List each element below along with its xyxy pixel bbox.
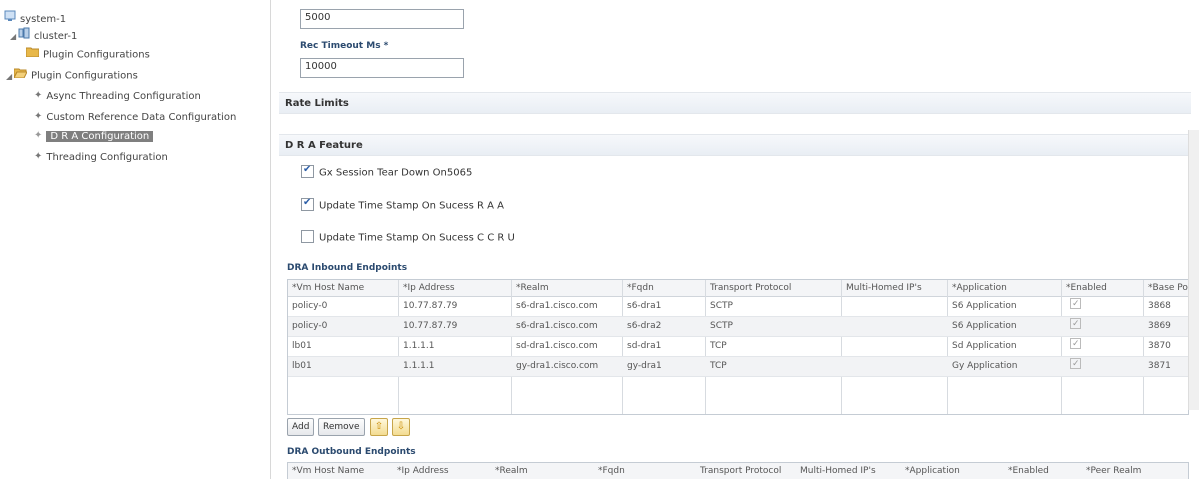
column-header[interactable]: *Realm xyxy=(512,280,549,296)
config-icon: ✦ xyxy=(34,111,43,122)
column-header[interactable]: *Fqdn xyxy=(594,463,625,479)
checkbox-checked[interactable] xyxy=(301,163,314,178)
table-header: *Vm Host Name *Ip Address *Realm *Fqdn T… xyxy=(288,463,1188,479)
tree-item-plugin-configurations[interactable]: ◢ Plugin Configurations xyxy=(6,67,138,83)
arrow-down-icon[interactable]: ⇩ xyxy=(392,418,410,436)
arrow-up-icon[interactable]: ⇧ xyxy=(370,418,388,436)
rec-timeout-input[interactable]: 10000 xyxy=(300,58,464,78)
gx-session-teardown-checkbox[interactable]: Gx Session Tear Down On5065 xyxy=(301,163,473,180)
column-header[interactable]: Transport Protocol xyxy=(696,463,781,479)
checkbox-unchecked[interactable] xyxy=(301,230,314,243)
column-header[interactable]: *Peer Realm xyxy=(1082,463,1141,479)
enabled-check-icon[interactable] xyxy=(1066,295,1081,316)
inbound-endpoints-table: *Vm Host Name *Ip Address *Realm *Fqdn T… xyxy=(287,279,1189,415)
update-timestamp-ccru-checkbox[interactable]: Update Time Stamp On Sucess C C R U xyxy=(301,230,515,245)
enabled-check-icon[interactable] xyxy=(1066,355,1081,376)
folder-icon xyxy=(25,46,40,63)
collapse-toggle-icon[interactable]: ◢ xyxy=(6,69,14,85)
tree-item-label: Plugin Configurations xyxy=(31,70,138,82)
column-header[interactable]: *Realm xyxy=(491,463,528,479)
tree-item-threading[interactable]: ✦ Threading Configuration xyxy=(34,149,168,165)
table-row[interactable]: policy-0 10.77.87.79 s6-dra1.cisco.com s… xyxy=(288,315,1188,337)
tree-item-plugin-configurations-cluster[interactable]: Plugin Configurations xyxy=(25,46,150,63)
table-row[interactable]: policy-0 10.77.87.79 s6-dra1.cisco.com s… xyxy=(288,295,1188,317)
config-icon: ✦ xyxy=(34,130,43,141)
tree-item-label: cluster-1 xyxy=(34,31,78,42)
config-icon: ✦ xyxy=(34,151,43,162)
column-header[interactable]: *Application xyxy=(901,463,960,479)
checkbox-checked[interactable] xyxy=(301,196,314,211)
config-panel: 5000 Rec Timeout Ms * 10000 Rate Limits … xyxy=(271,0,1199,479)
column-header[interactable]: *Vm Host Name xyxy=(288,463,364,479)
vertical-scrollbar[interactable] xyxy=(1188,130,1199,410)
column-header[interactable]: *Ip Address xyxy=(393,463,449,479)
enabled-check-icon[interactable] xyxy=(1066,315,1081,336)
checkbox-label: Update Time Stamp On Sucess R A A xyxy=(319,200,505,212)
checkbox-label: Update Time Stamp On Sucess C C R U xyxy=(319,232,515,244)
table-row[interactable]: lb01 1.1.1.1 gy-dra1.cisco.com gy-dra1 T… xyxy=(288,355,1188,377)
navigation-tree: system-1 ◢ cluster-1 Plugin Configuratio… xyxy=(0,0,270,479)
column-header[interactable]: Multi-Homed IP's xyxy=(842,280,922,296)
tree-item-cluster[interactable]: ◢ cluster-1 xyxy=(10,27,77,43)
tree-item-label: Threading Configuration xyxy=(46,152,168,163)
tree-item-dra-configuration[interactable]: ✦ D R A Configuration xyxy=(34,128,154,144)
tree-item-label: Plugin Configurations xyxy=(43,49,150,61)
table-header: *Vm Host Name *Ip Address *Realm *Fqdn T… xyxy=(288,280,1188,297)
add-button[interactable]: Add xyxy=(287,418,315,436)
column-header[interactable]: Transport Protocol xyxy=(706,280,791,296)
tree-item-label: Async Threading Configuration xyxy=(46,91,201,102)
rec-timeout-label: Rec Timeout Ms * xyxy=(300,41,389,51)
checkbox-label: Gx Session Tear Down On5065 xyxy=(319,167,473,179)
column-header[interactable]: *Vm Host Name xyxy=(288,280,364,296)
tree-item-label: Custom Reference Data Configuration xyxy=(46,112,237,123)
timeout-input[interactable]: 5000 xyxy=(300,9,464,29)
column-header[interactable]: *Base Po xyxy=(1144,280,1188,296)
tree-item-custom-reference-data[interactable]: ✦ Custom Reference Data Configuration xyxy=(34,109,236,125)
column-header[interactable]: *Enabled xyxy=(1062,280,1107,296)
outbound-endpoints-table: *Vm Host Name *Ip Address *Realm *Fqdn T… xyxy=(287,462,1189,479)
outbound-endpoints-title: DRA Outbound Endpoints xyxy=(287,447,416,457)
column-header[interactable]: *Application xyxy=(948,280,1007,296)
tree-item-label-selected: D R A Configuration xyxy=(46,131,154,142)
folder-open-icon xyxy=(13,67,28,84)
config-icon: ✦ xyxy=(34,90,43,101)
column-header[interactable]: *Fqdn xyxy=(623,280,654,296)
column-header[interactable]: *Ip Address xyxy=(399,280,455,296)
system-icon xyxy=(4,10,16,28)
column-header[interactable]: *Enabled xyxy=(1004,463,1049,479)
remove-button[interactable]: Remove xyxy=(318,418,365,436)
tree-item-system[interactable]: system-1 xyxy=(4,10,66,26)
column-header[interactable]: Multi-Homed IP's xyxy=(796,463,876,479)
dra-feature-section-header[interactable]: D R A Feature xyxy=(279,134,1191,156)
enabled-check-icon[interactable] xyxy=(1066,335,1081,356)
tree-item-label: system-1 xyxy=(20,14,67,25)
cluster-icon xyxy=(18,27,30,45)
table-row[interactable]: lb01 1.1.1.1 sd-dra1.cisco.com sd-dra1 T… xyxy=(288,335,1188,357)
collapse-toggle-icon[interactable]: ◢ xyxy=(10,29,18,45)
update-timestamp-raa-checkbox[interactable]: Update Time Stamp On Sucess R A A xyxy=(301,196,505,213)
rate-limits-section-header[interactable]: Rate Limits xyxy=(279,92,1191,114)
inbound-endpoints-title: DRA Inbound Endpoints xyxy=(287,263,408,273)
tree-item-async-threading[interactable]: ✦ Async Threading Configuration xyxy=(34,88,201,104)
